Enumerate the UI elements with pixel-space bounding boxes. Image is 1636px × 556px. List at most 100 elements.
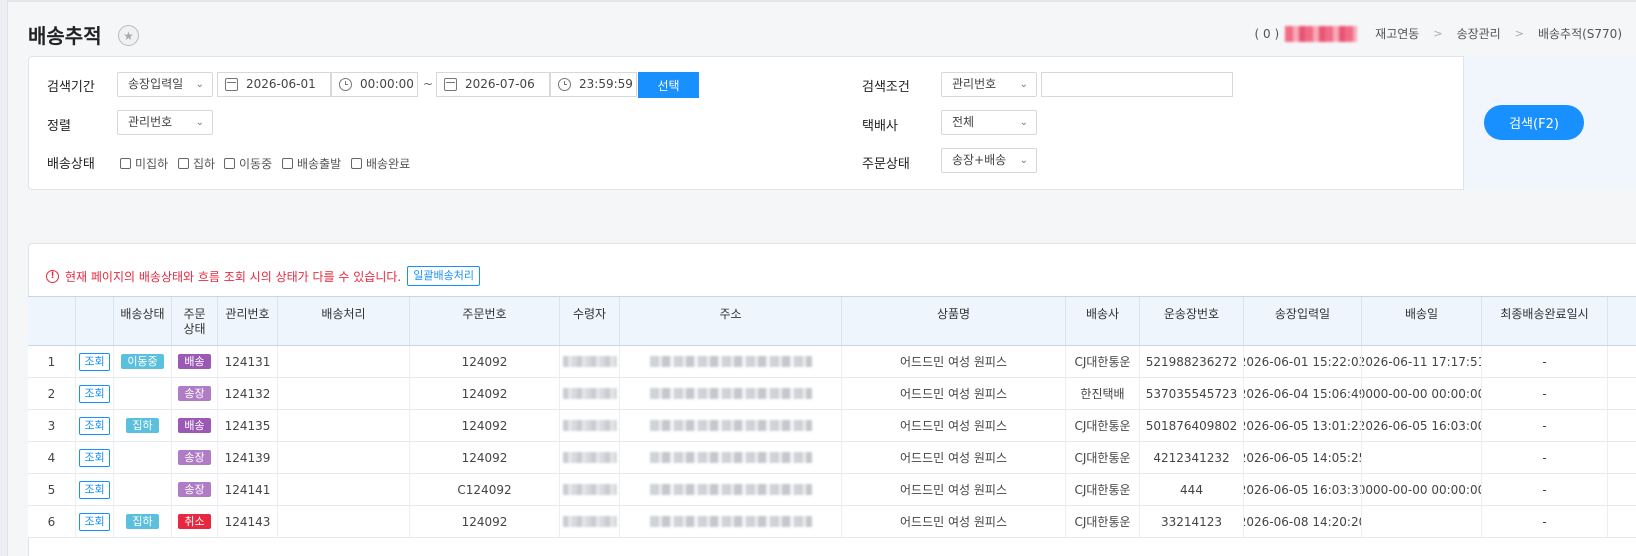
address-cell <box>620 410 842 441</box>
final-date-cell: - <box>1482 442 1608 473</box>
chevron-right-icon: > <box>1433 27 1443 40</box>
header-invoice-date[interactable]: 송장입력일 <box>1244 297 1362 345</box>
period-label: 검색기간 <box>47 80 95 95</box>
view-button[interactable]: 조회 <box>79 448 110 467</box>
ship-date-cell <box>1362 442 1482 473</box>
header-tracking[interactable]: 운송장번호 <box>1140 297 1244 345</box>
search-button[interactable]: 검색(F2) <box>1484 105 1584 140</box>
table-row[interactable]: 1 조회 이동중 배송 124131 124092 어드드민 여성 원피스 CJ대한통운 521… <box>28 346 1636 378</box>
start-time-input[interactable]: 00:00:00 <box>331 72 418 97</box>
process-cell[interactable] <box>278 378 410 409</box>
order-status-badge: 송장 <box>178 482 211 497</box>
checkbox-label: 미집하 <box>135 157 169 171</box>
checkbox[interactable] <box>351 158 362 169</box>
invoice-date-cell: 2026-06-01 15:22:03 <box>1244 346 1362 377</box>
header-order-no[interactable]: 주문번호 <box>410 297 560 345</box>
checkbox[interactable] <box>224 158 235 169</box>
breadcrumb-item[interactable]: 송장관리 <box>1457 25 1501 42</box>
product-cell: 어드드민 여성 원피스 <box>842 442 1066 473</box>
header-courier[interactable]: 배송사 <box>1066 297 1140 345</box>
courier-cell: CJ대한통운 <box>1066 410 1140 441</box>
process-cell[interactable] <box>278 442 410 473</box>
search-keyword-input[interactable] <box>1041 72 1233 97</box>
checkbox-label: 집하 <box>193 157 216 171</box>
order-status-badge: 취소 <box>178 514 211 529</box>
notice-text: 현재 페이지의 배송상태와 흐름 조회 시의 상태가 다를 수 있습니다. <box>65 269 402 284</box>
header-ship-date[interactable]: 배송일 <box>1362 297 1482 345</box>
end-date-input[interactable]: 2026-07-06 <box>436 72 550 97</box>
condition-value: 관리번호 <box>952 77 997 91</box>
status-checkbox-uncollected[interactable]: 미집하 <box>120 155 168 172</box>
chevron-down-icon: ⌄ <box>195 79 204 90</box>
table-row[interactable]: 2 조회 송장 124132 124092 어드드민 여성 원피스 한진택배 53703554… <box>28 378 1636 410</box>
end-time-input[interactable]: 23:59:59 <box>550 72 637 97</box>
view-button[interactable]: 조회 <box>79 352 110 371</box>
status-checkbox-delivered[interactable]: 배송완료 <box>351 155 410 172</box>
status-checkbox-departed[interactable]: 배송출발 <box>282 155 341 172</box>
breadcrumb-item: 배송추적(S770) <box>1537 27 1622 41</box>
view-button[interactable]: 조회 <box>79 512 110 531</box>
bulk-delivery-button[interactable]: 일괄배송처리 <box>407 266 480 286</box>
table-row[interactable]: 4 조회 송장 124139 124092 어드드민 여성 원피스 CJ대한통운 421234… <box>28 442 1636 474</box>
table-row[interactable]: 6 조회 집하 취소 124143 124092 어드드민 여성 원피스 CJ대한통운 3321… <box>28 506 1636 538</box>
end-time-value: 23:59:59 <box>579 77 633 91</box>
order-no-cell: 124092 <box>410 346 560 377</box>
header-address[interactable]: 주소 <box>620 297 842 345</box>
view-button[interactable]: 조회 <box>79 384 110 403</box>
delivery-status-label: 배송상태 <box>47 157 95 172</box>
header-product[interactable]: 상품명 <box>842 297 1066 345</box>
tracking-cell: 33214123 <box>1140 506 1244 537</box>
checkbox[interactable] <box>178 158 189 169</box>
table-row[interactable]: 5 조회 송장 124141 C124092 어드드민 여성 원피스 CJ대한통운 444 20… <box>28 474 1636 506</box>
process-cell[interactable] <box>278 346 410 377</box>
order-status-badge: 송장 <box>178 450 211 465</box>
checkbox[interactable] <box>120 158 131 169</box>
order-no-cell: 124092 <box>410 506 560 537</box>
breadcrumb-item[interactable]: 재고연동 <box>1375 25 1419 42</box>
header-order-status[interactable]: 주문상태 <box>172 297 218 345</box>
process-cell[interactable] <box>278 474 410 505</box>
notification-count[interactable]: ( 0 ) <box>1255 27 1280 41</box>
header-view <box>76 297 114 345</box>
status-checkbox-moving[interactable]: 이동중 <box>224 155 272 172</box>
courier-select[interactable]: 전체 ⌄ <box>941 110 1037 135</box>
header-final-date[interactable]: 최종배송완료일시 <box>1482 297 1608 345</box>
start-date-input[interactable]: 2026-06-01 <box>217 72 331 97</box>
period-type-select[interactable]: 송장입력일 ⌄ <box>117 72 213 97</box>
tracking-cell: 4212341232 <box>1140 442 1244 473</box>
select-period-button[interactable]: 선택 <box>638 72 699 98</box>
clock-icon <box>339 78 352 91</box>
view-button[interactable]: 조회 <box>79 416 110 435</box>
favorite-star-icon[interactable]: ★ <box>118 25 139 46</box>
courier-cell: 한진택배 <box>1066 378 1140 409</box>
delivery-status-cell <box>114 442 172 473</box>
order-status-select[interactable]: 송장+배송 ⌄ <box>941 148 1037 173</box>
row-number: 6 <box>28 506 76 537</box>
table-row[interactable]: 3 조회 집하 배송 124135 124092 어드드민 여성 원피스 CJ대한통운 5018… <box>28 410 1636 442</box>
breadcrumb: ( 0 ) 재고연동 > 송장관리 > 배송추적(S770) <box>1255 25 1622 42</box>
status-checkbox-collected[interactable]: 집하 <box>178 155 215 172</box>
recipient-redacted <box>562 484 617 495</box>
address-redacted <box>649 356 812 367</box>
process-cell[interactable] <box>278 410 410 441</box>
delivery-status-cell <box>114 378 172 409</box>
final-date-cell: - <box>1482 410 1608 441</box>
delivery-status-cell: 집하 <box>114 410 172 441</box>
sort-select[interactable]: 관리번호 ⌄ <box>117 110 213 135</box>
checkbox[interactable] <box>282 158 293 169</box>
process-cell[interactable] <box>278 506 410 537</box>
courier-cell: CJ대한통운 <box>1066 442 1140 473</box>
header-delivery-status[interactable]: 배송상태 <box>114 297 172 345</box>
condition-select[interactable]: 관리번호 ⌄ <box>941 72 1037 97</box>
header-mgmt-no[interactable]: 관리번호 <box>218 297 278 345</box>
table-header: 배송상태 주문상태 관리번호 배송처리 주문번호 수령자 주소 상품명 배송사 … <box>28 296 1636 346</box>
mgmt-no-cell: 124141 <box>218 474 278 505</box>
end-date-value: 2026-07-06 <box>465 77 535 91</box>
invoice-date-cell: 2026-06-04 15:06:49 <box>1244 378 1362 409</box>
tracking-cell: 444 <box>1140 474 1244 505</box>
header-process[interactable]: 배송처리 <box>278 297 410 345</box>
view-button[interactable]: 조회 <box>79 480 110 499</box>
header-recipient[interactable]: 수령자 <box>560 297 620 345</box>
address-cell <box>620 378 842 409</box>
courier-cell: CJ대한통운 <box>1066 346 1140 377</box>
